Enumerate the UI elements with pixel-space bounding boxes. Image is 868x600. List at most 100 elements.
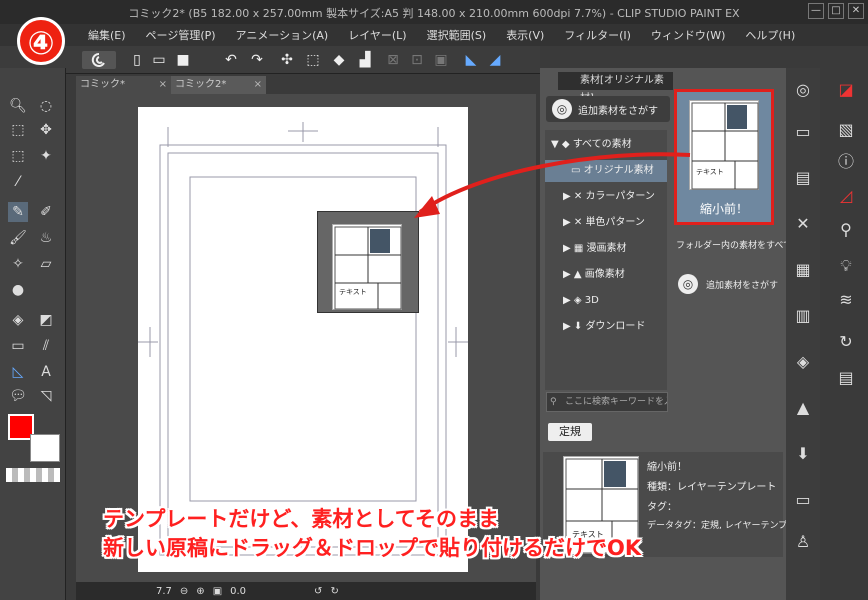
fill-icon[interactable]: ◆: [330, 51, 348, 69]
tool-property-icon[interactable]: ◿: [834, 184, 858, 208]
brush-icon[interactable]: 🖌︎: [8, 228, 28, 248]
navigator-icon[interactable]: ▧: [834, 118, 858, 142]
3d-icon[interactable]: ◈: [791, 350, 815, 374]
pen-icon[interactable]: ✎: [8, 202, 28, 222]
tree-item-image[interactable]: ▶ ▲ 画像素材: [563, 264, 625, 286]
transform-icon[interactable]: ✣: [278, 51, 296, 69]
menu-filter[interactable]: フィルター(I): [564, 27, 631, 43]
rotate-left-icon[interactable]: ↺: [314, 586, 322, 597]
zoom-in-icon[interactable]: ⊕: [196, 586, 204, 597]
tab-close-icon[interactable]: ×: [159, 76, 167, 94]
clip-logo-icon: ◎: [552, 99, 572, 119]
folder-2-icon[interactable]: ▭: [791, 488, 815, 512]
caption-line-2: 新しい原稿にドラッグ＆ドロップで貼り付けるだけでOK: [103, 536, 642, 560]
tree-item-3d[interactable]: ▶ ◈ 3D: [563, 290, 599, 312]
material-icon[interactable]: ◎: [791, 78, 815, 102]
download-icon[interactable]: ⬇: [791, 442, 815, 466]
keyword-search-input[interactable]: ⚲ ここに検索キーワードを入力: [546, 392, 668, 412]
invert-selection-icon[interactable]: ▣: [432, 51, 450, 69]
color-wheel-icon[interactable]: ◪: [834, 78, 858, 102]
open-folder-icon[interactable]: ▭: [150, 51, 168, 69]
folder-pattern-icon[interactable]: ▤: [791, 166, 815, 190]
dragged-material-thumbnail[interactable]: テキスト: [317, 211, 419, 313]
figure-pose-icon[interactable]: ♙: [791, 530, 815, 554]
tab-comic[interactable]: コミック* ×: [76, 76, 171, 94]
clear-icon[interactable]: ⊠: [384, 51, 402, 69]
color-pattern-icon[interactable]: ✕: [791, 212, 815, 236]
title-bar: コミック2* (B5 182.00 x 257.00mm 製本サイズ:A5 判 …: [0, 0, 868, 24]
layer-icon[interactable]: ≋: [834, 288, 858, 312]
fit-icon[interactable]: ▣: [213, 586, 222, 597]
tab-close-icon[interactable]: ×: [254, 76, 262, 94]
paint-bucket-icon[interactable]: ▟: [356, 51, 374, 69]
pencil-icon[interactable]: ✐: [36, 202, 56, 222]
tree-item-original[interactable]: ▭ オリジナル素材: [545, 160, 667, 182]
airbrush-icon[interactable]: ♨: [36, 228, 56, 248]
manga-icon[interactable]: ▥: [791, 304, 815, 328]
save-icon[interactable]: ■: [174, 51, 192, 69]
clip-studio-icon[interactable]: [82, 51, 116, 69]
frame-border-icon[interactable]: ⫽: [36, 336, 56, 356]
eyedropper-icon[interactable]: ⁄: [8, 172, 28, 192]
snap-special-ruler-icon[interactable]: ◢: [486, 51, 504, 69]
close-button[interactable]: ✕: [848, 3, 864, 19]
rotate-right-icon[interactable]: ↻: [330, 586, 338, 597]
eraser-icon[interactable]: ▱: [36, 254, 56, 274]
scale-icon[interactable]: ⬚: [304, 51, 322, 69]
menu-edit[interactable]: 編集(E): [88, 27, 126, 43]
transparent-swatch[interactable]: [6, 468, 60, 482]
search-more-button-2[interactable]: ◎ 追加素材をさがす: [676, 272, 786, 298]
object-select-icon[interactable]: ⬚: [8, 120, 28, 140]
text-icon[interactable]: A: [36, 362, 56, 382]
undo-icon[interactable]: ↶: [222, 51, 240, 69]
tree-item-all[interactable]: ▼ ◆ すべての素材: [551, 134, 632, 156]
zoom-value[interactable]: 7.7: [156, 586, 172, 597]
zoom-icon[interactable]: 🔍︎: [8, 96, 28, 116]
sub-color-swatch[interactable]: [30, 434, 60, 462]
magic-wand-icon[interactable]: ✦: [36, 146, 56, 166]
marquee-icon[interactable]: ⬚: [8, 146, 28, 166]
angle-value[interactable]: 0.0: [230, 586, 246, 597]
snap-ruler-icon[interactable]: ◣: [462, 51, 480, 69]
rotate-icon[interactable]: ◌: [36, 96, 56, 116]
maximize-button[interactable]: □: [828, 3, 844, 19]
material-thumbnail-selected[interactable]: テキスト 縮小前！: [674, 89, 774, 225]
correct-line-icon[interactable]: ◹: [36, 386, 56, 406]
menu-page[interactable]: ページ管理(P): [146, 27, 216, 43]
light-bulb-icon[interactable]: 💡︎: [834, 254, 858, 278]
menu-help[interactable]: ヘルプ(H): [745, 27, 795, 43]
menu-animation[interactable]: アニメーション(A): [236, 27, 329, 43]
new-file-icon[interactable]: ▯: [128, 51, 146, 69]
search-more-button[interactable]: ◎ 追加素材をさがす: [546, 96, 670, 122]
history-icon[interactable]: ↻: [834, 330, 858, 354]
tree-item-manga[interactable]: ▶ ▦ 漫画素材: [563, 238, 627, 260]
tree-item-color-pattern[interactable]: ▶ ✕ カラーパターン: [563, 186, 655, 208]
minimize-button[interactable]: —: [808, 3, 824, 19]
zoom-out-icon[interactable]: ⊖: [180, 586, 188, 597]
menu-view[interactable]: 表示(V): [506, 27, 544, 43]
figure-icon[interactable]: ▭: [8, 336, 28, 356]
image-icon[interactable]: ▲: [791, 396, 815, 420]
tag-button[interactable]: 定規: [548, 423, 592, 441]
menu-layer[interactable]: レイヤー(L): [348, 27, 406, 43]
info-icon[interactable]: ⓘ: [834, 150, 858, 174]
tab-comic2[interactable]: コミック2* ×: [171, 76, 266, 94]
move-icon[interactable]: ✥: [36, 120, 56, 140]
menu-selection[interactable]: 選択範囲(S): [427, 27, 487, 43]
ruler-icon[interactable]: ◺: [8, 362, 28, 382]
mono-pattern-icon[interactable]: ▦: [791, 258, 815, 282]
blend-icon[interactable]: ●: [8, 280, 28, 300]
menu-window[interactable]: ウィンドウ(W): [651, 27, 725, 43]
animation-icon[interactable]: ▤: [834, 366, 858, 390]
search-layer-icon[interactable]: ⚲: [834, 218, 858, 242]
info-tag: タグ：: [647, 502, 677, 513]
tree-item-download[interactable]: ▶ ⬇ ダウンロード: [563, 316, 645, 338]
crop-icon[interactable]: ⊡: [408, 51, 426, 69]
decoration-icon[interactable]: ✧: [8, 254, 28, 274]
fill-tool-icon[interactable]: ◈: [8, 310, 28, 330]
gradient-icon[interactable]: ◩: [36, 310, 56, 330]
balloon-icon[interactable]: 💬︎: [8, 386, 28, 406]
tree-item-mono-pattern[interactable]: ▶ ✕ 単色パターン: [563, 212, 645, 234]
redo-icon[interactable]: ↷: [248, 51, 266, 69]
folder-icon[interactable]: ▭: [791, 120, 815, 144]
